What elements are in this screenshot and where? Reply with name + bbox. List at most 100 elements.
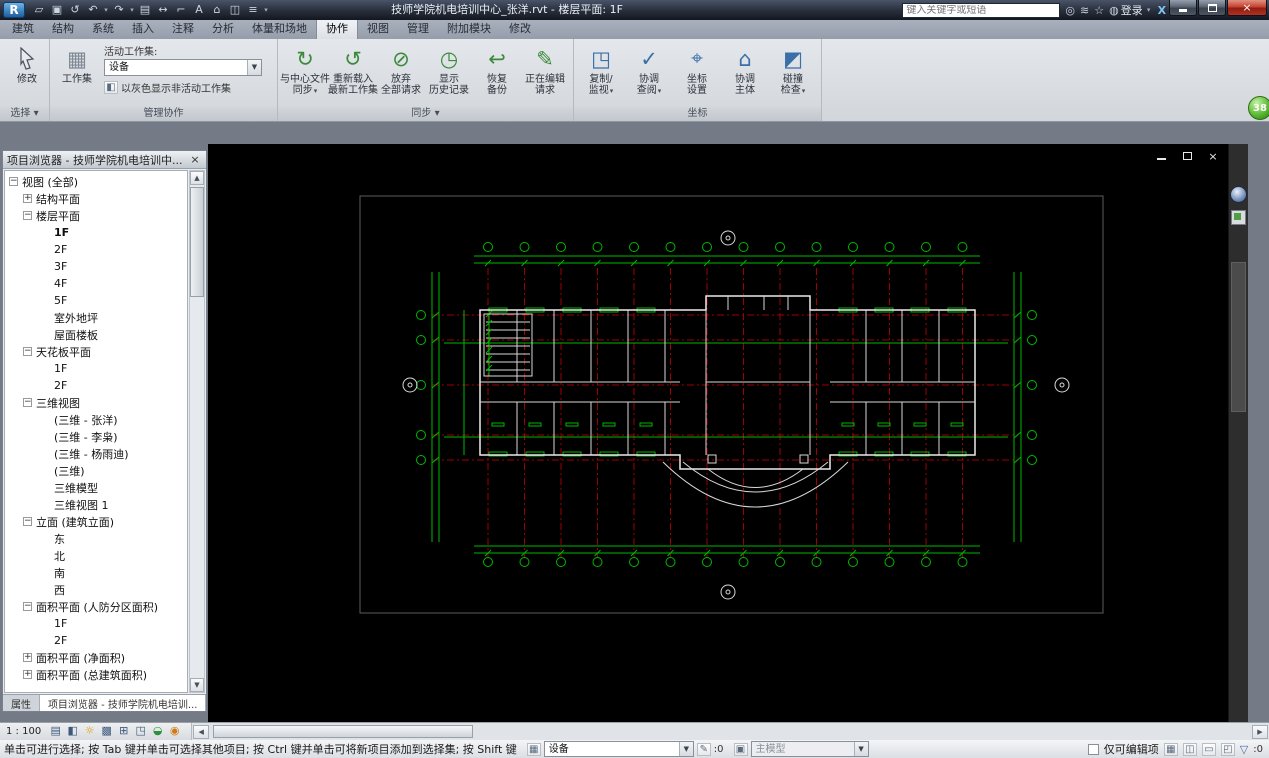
tree-item[interactable]: (三维 - 杨雨迪) [5,445,187,462]
sync-with-central-icon[interactable]: ↺ [66,2,84,18]
tree-expander-icon[interactable]: + [23,194,32,203]
tree-item[interactable]: + 结构平面 [5,190,187,207]
tree-item[interactable]: − 视图 (全部) [5,173,187,190]
scroll-left-icon[interactable]: ◀ [193,724,210,739]
modify-button[interactable]: 修改 [3,41,51,85]
ribbon-tab[interactable]: 体量和场地 [243,18,316,39]
tree-item[interactable]: 5F [5,292,187,309]
ribbon-tab[interactable]: 注释 [163,18,203,39]
qat-customize-dropdown-icon[interactable]: ▾ [262,6,270,14]
scrollbar-thumb[interactable] [190,187,204,297]
tree-item[interactable]: 4F [5,275,187,292]
redo-icon[interactable]: ↷ [110,2,128,18]
search-go-icon[interactable]: ◎ [1065,3,1075,18]
tree-item[interactable]: 2F [5,241,187,258]
selection-toggle-icon[interactable]: ◫ [1182,742,1197,756]
vertical-scrollbar[interactable] [1231,262,1246,412]
ribbon-big-button[interactable]: ◷ 显示 历史记录▾ [425,41,473,97]
tree-item[interactable]: 南 [5,564,187,581]
ribbon-big-button[interactable]: ✎ 正在编辑 请求▾ [521,41,569,97]
ribbon-big-button[interactable]: ⌖ 坐标 设置▾ [673,41,721,96]
tree-item[interactable]: − 楼层平面 [5,207,187,224]
text-icon[interactable]: A [190,2,208,18]
application-menu-button[interactable]: R [3,2,25,18]
tree-expander-icon[interactable]: − [23,211,32,220]
scroll-right-icon[interactable]: ▶ [1252,724,1268,739]
view-close-button[interactable]: × [1206,150,1220,163]
tree-expander-icon[interactable]: − [23,517,32,526]
design-options-icon[interactable]: ▣ [733,742,748,756]
save-icon[interactable]: ▣ [48,2,66,18]
redo-dropdown-icon[interactable]: ▾ [128,6,136,14]
tree-item[interactable]: 2F [5,377,187,394]
tree-item[interactable]: (三维 - 李枭) [5,428,187,445]
horizontal-scrollbar[interactable]: ◀ ▶ [191,723,1269,740]
editing-requests-icon[interactable]: ✎ [696,742,711,756]
subscription-center-icon[interactable]: ≋ [1080,3,1089,18]
ribbon-tab[interactable]: 附加模块 [438,18,500,39]
worksets-button[interactable]: ▦ 工作集 [53,41,101,86]
ribbon-tab[interactable]: 结构 [43,18,83,39]
scroll-down-icon[interactable]: ▼ [190,678,204,692]
open-icon[interactable]: ▱ [30,2,48,18]
tree-expander-icon[interactable]: + [23,670,32,679]
ribbon-big-button[interactable]: ↩ 恢复 备份▾ [473,41,521,97]
tree-item[interactable]: 室外地坪 [5,309,187,326]
tree-item[interactable]: − 面积平面 (人防分区面积) [5,598,187,615]
tree-item[interactable]: + 面积平面 (净面积) [5,649,187,666]
scroll-up-icon[interactable]: ▲ [190,171,204,185]
tree-item[interactable]: 2F [5,632,187,649]
close-icon[interactable]: × [188,153,202,166]
ribbon-tab[interactable]: 系统 [83,18,123,39]
tree-item[interactable]: − 三维视图 [5,394,187,411]
crop-view-icon[interactable]: ⊞ [115,724,132,739]
active-workset-dropdown[interactable]: 设备 ▼ [104,59,262,76]
drawing-area[interactable]: .rg{stroke:#a00000;stroke-width:1;stroke… [208,144,1248,722]
scale-button[interactable]: 1 : 100 [0,726,47,737]
tree-item[interactable]: 西 [5,581,187,598]
notification-badge[interactable]: 38 [1248,96,1269,120]
gray-inactive-worksets-toggle[interactable]: ◧ 以灰色显示非活动工作集 [104,80,262,95]
detail-level-icon[interactable]: ▤ [47,724,64,739]
tree-item[interactable]: 1F [5,224,187,241]
tree-item[interactable]: 1F [5,615,187,632]
ribbon-tab[interactable]: 插入 [123,18,163,39]
zoom-icon[interactable] [1231,210,1246,225]
print-icon[interactable]: ▤ [136,2,154,18]
favorites-icon[interactable]: ☆ [1094,3,1104,18]
select-panel-label[interactable]: 选择 ▾ [0,107,49,121]
ribbon-tab[interactable]: 管理 [398,18,438,39]
shadows-icon[interactable]: ▩ [98,724,115,739]
scrollbar-thumb[interactable] [213,725,474,738]
tree-expander-icon[interactable]: − [23,398,32,407]
ribbon-big-button[interactable]: ✓ 协调 查阅▾ [625,41,673,97]
tree-item[interactable]: 3F [5,258,187,275]
tree-item[interactable]: − 天花板平面 [5,343,187,360]
ribbon-tab[interactable]: 视图 [358,18,398,39]
selection-toggle-icon[interactable]: ▭ [1201,742,1216,756]
ribbon-big-button[interactable]: ◩ 碰撞 检查▾ [769,41,817,97]
tree-item[interactable]: 三维视图 1 [5,496,187,513]
section-icon[interactable]: ◫ [226,2,244,18]
palette-tab[interactable]: 属性 [3,695,40,711]
chevron-down-icon[interactable]: ▼ [678,742,693,756]
search-input[interactable] [903,4,1060,16]
close-button[interactable]: × [1227,0,1267,16]
tree-item[interactable]: 东 [5,530,187,547]
ribbon-tab[interactable]: 分析 [203,18,243,39]
view-restore-button[interactable] [1180,150,1194,162]
chevron-down-icon[interactable]: ▼ [853,742,868,756]
sign-in-button[interactable]: ◍ 登录 ▾ [1109,2,1153,18]
tree-item[interactable]: 三维模型 [5,479,187,496]
ribbon-tab[interactable]: 修改 [500,18,540,39]
ribbon-big-button[interactable]: ↺ 重新载入 最新工作集▾ [328,41,378,97]
tree-item[interactable]: 北 [5,547,187,564]
thin-lines-icon[interactable]: ≡ [244,2,262,18]
tree-expander-icon[interactable]: − [23,347,32,356]
steering-wheel-icon[interactable] [1230,186,1247,203]
view-minimize-button[interactable] [1154,150,1168,162]
filter-icon[interactable]: ▽ [1240,743,1248,756]
tree-item[interactable]: 屋面楼板 [5,326,187,343]
default-3d-view-icon[interactable]: ⌂ [208,2,226,18]
reveal-hidden-elements-icon[interactable]: ◉ [166,724,183,739]
